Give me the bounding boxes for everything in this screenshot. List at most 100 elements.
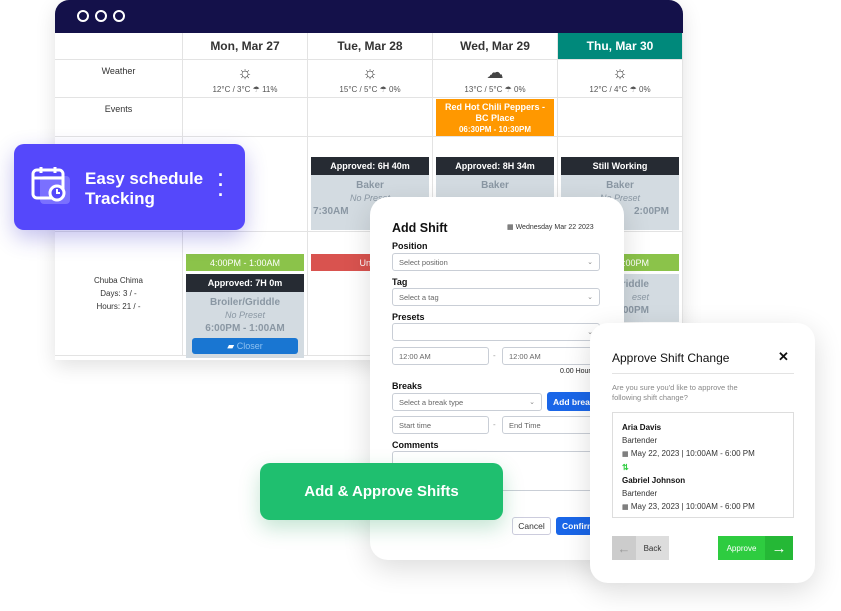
row-label: Events [55,98,183,137]
temperature: 12°C / 3°C [212,84,251,94]
rain-chance: 0% [514,84,526,94]
events-cell [558,98,683,137]
arrow-right-icon: → [765,536,793,560]
shift-role: Broiler/Griddle [209,297,280,308]
approve-question: Are you sure you'd like to approve the f… [612,383,738,402]
tag-label: Tag [392,277,408,287]
approve-button[interactable]: Approve → [718,536,793,560]
calendar-icon: ▦ [507,224,514,231]
events-cell: Red Hot Chili Peppers - BC Place 06:30PM … [433,98,558,137]
shift-role: Baker [481,180,509,191]
sun-icon: ☼ [237,62,253,82]
position-select[interactable]: Select position ⌄ [392,253,600,271]
sun-icon: ☼ [362,62,378,82]
shift-time-band: 4:00PM - 1:00AM [186,254,304,271]
rain-chance: 0% [389,84,401,94]
presets-select[interactable]: ⌄ [392,323,600,341]
close-icon[interactable]: ✕ [778,349,789,365]
more-vertical-icon[interactable]: · · · [217,166,225,204]
row-label: Weather [55,60,183,98]
dialog-title: Add Shift [392,221,448,235]
day-header[interactable]: Wed, Mar 29 [433,33,558,60]
events-cell [308,98,433,137]
rain-chance: 0% [639,84,651,94]
break-type-select[interactable]: Select a break type ⌄ [392,393,542,411]
chevron-down-icon: ⌄ [529,399,535,406]
cloud-icon: ☁ [486,62,504,82]
employee-name[interactable]: Chuba Chima [94,274,143,287]
corner-cell [55,33,183,60]
calendar-icon: ▦ [622,504,629,511]
shift-time: 6:00PM - 1:00AM [205,323,285,334]
approve-label: Approve [726,543,757,553]
tag-label: Closer [236,341,263,351]
tag-icon: ▰ [227,341,235,351]
from-role: Bartender [622,436,658,445]
employee-days: Days: 3 / - [100,289,137,298]
chevron-down-icon: ⌄ [587,259,593,266]
to-when: May 23, 2023 | 10:00AM - 6:00 PM [630,502,755,511]
weather-cell: ☁ 13°C / 5°C ☂ 0% [433,60,558,98]
temperature: 12°C / 4°C [589,84,628,94]
temperature: 13°C / 5°C [464,84,503,94]
divider [612,373,794,374]
promo-subtitle: Tracking [85,189,155,208]
shift-cell: 4:00PM - 1:00AM Approved: 7H 0m Broiler/… [183,232,308,358]
shift-status: Approved: 7H 0m [186,274,304,292]
sun-icon: ☼ [612,62,628,82]
shift-date: Wednesday Mar 22 2023 [515,224,594,231]
window-dot-icon[interactable] [77,10,89,22]
dialog-title: Approve Shift Change [612,351,730,365]
arrow-left-icon: ← [612,536,636,560]
back-label: Back [643,543,662,553]
events-cell [183,98,308,137]
shift-preset: No Preset [224,310,266,320]
back-button[interactable]: ← Back [612,536,669,560]
shift-preset: eset [631,292,649,302]
to-role: Bartender [622,489,658,498]
shift-change-details: Aria Davis Bartender ▦ May 22, 2023 | 10… [612,412,794,518]
calendar-icon: ▦ [622,451,629,458]
event-block[interactable]: Red Hot Chili Peppers - BC Place 06:30PM … [436,98,554,136]
placeholder: Select a break type [399,397,464,407]
swap-arrows-icon: ⇅ [622,463,629,472]
breaks-label: Breaks [392,381,423,391]
start-time-input[interactable]: 12:00 AM [392,347,489,365]
shift-status: Approved: 8H 34m [436,157,554,175]
day-header-today[interactable]: Thu, Mar 30 [558,33,683,60]
shift-block[interactable]: 4:00PM - 1:00AM Approved: 7H 0m Broiler/… [186,254,304,358]
weather-cell: ☼ 15°C / 5°C ☂ 0% [308,60,433,98]
window-dot-icon[interactable] [113,10,125,22]
day-header[interactable]: Mon, Mar 27 [183,33,308,60]
shift-tag[interactable]: ▰ Closer [192,338,298,354]
weather-cell: ☼ 12°C / 3°C ☂ 11% [183,60,308,98]
from-when: May 22, 2023 | 10:00AM - 6:00 PM [630,449,755,458]
employee-cell: Chuba Chima Days: 3 / - Hours: 21 / - [55,232,183,356]
temperature: 15°C / 5°C [339,84,378,94]
rain-chance: 11% [262,84,278,94]
end-time-input[interactable]: 12:00 AM [502,347,600,365]
event-title: Red Hot Chili Peppers - BC Place [444,101,545,123]
shift-status: Still Working [561,157,679,175]
placeholder: Select a tag [399,292,439,302]
employee-hours: Hours: 21 / - [96,302,141,311]
promo-title: Easy schedule [85,169,204,188]
day-header[interactable]: Tue, Mar 28 [308,33,433,60]
tag-select[interactable]: Select a tag ⌄ [392,288,600,306]
cancel-button[interactable]: Cancel [512,517,551,535]
weather-cell: ☼ 12°C / 4°C ☂ 0% [558,60,683,98]
chevron-down-icon: ⌄ [587,294,593,301]
position-label: Position [392,241,428,251]
break-end-input[interactable]: End Time [502,416,600,434]
placeholder: Select position [399,257,448,267]
to-employee: Gabriel Johnson [622,476,686,485]
window-dot-icon[interactable] [95,10,107,22]
comments-label: Comments [392,440,439,450]
calendar-clock-icon [31,166,70,204]
add-approve-shifts-button[interactable]: Add & Approve Shifts [260,463,503,520]
window-titlebar [55,0,683,33]
from-employee: Aria Davis [622,423,662,432]
approve-shift-dialog: Approve Shift Change ✕ Are you sure you'… [590,323,815,583]
break-start-input[interactable]: Start time [392,416,489,434]
shift-role: Baker [606,180,634,191]
